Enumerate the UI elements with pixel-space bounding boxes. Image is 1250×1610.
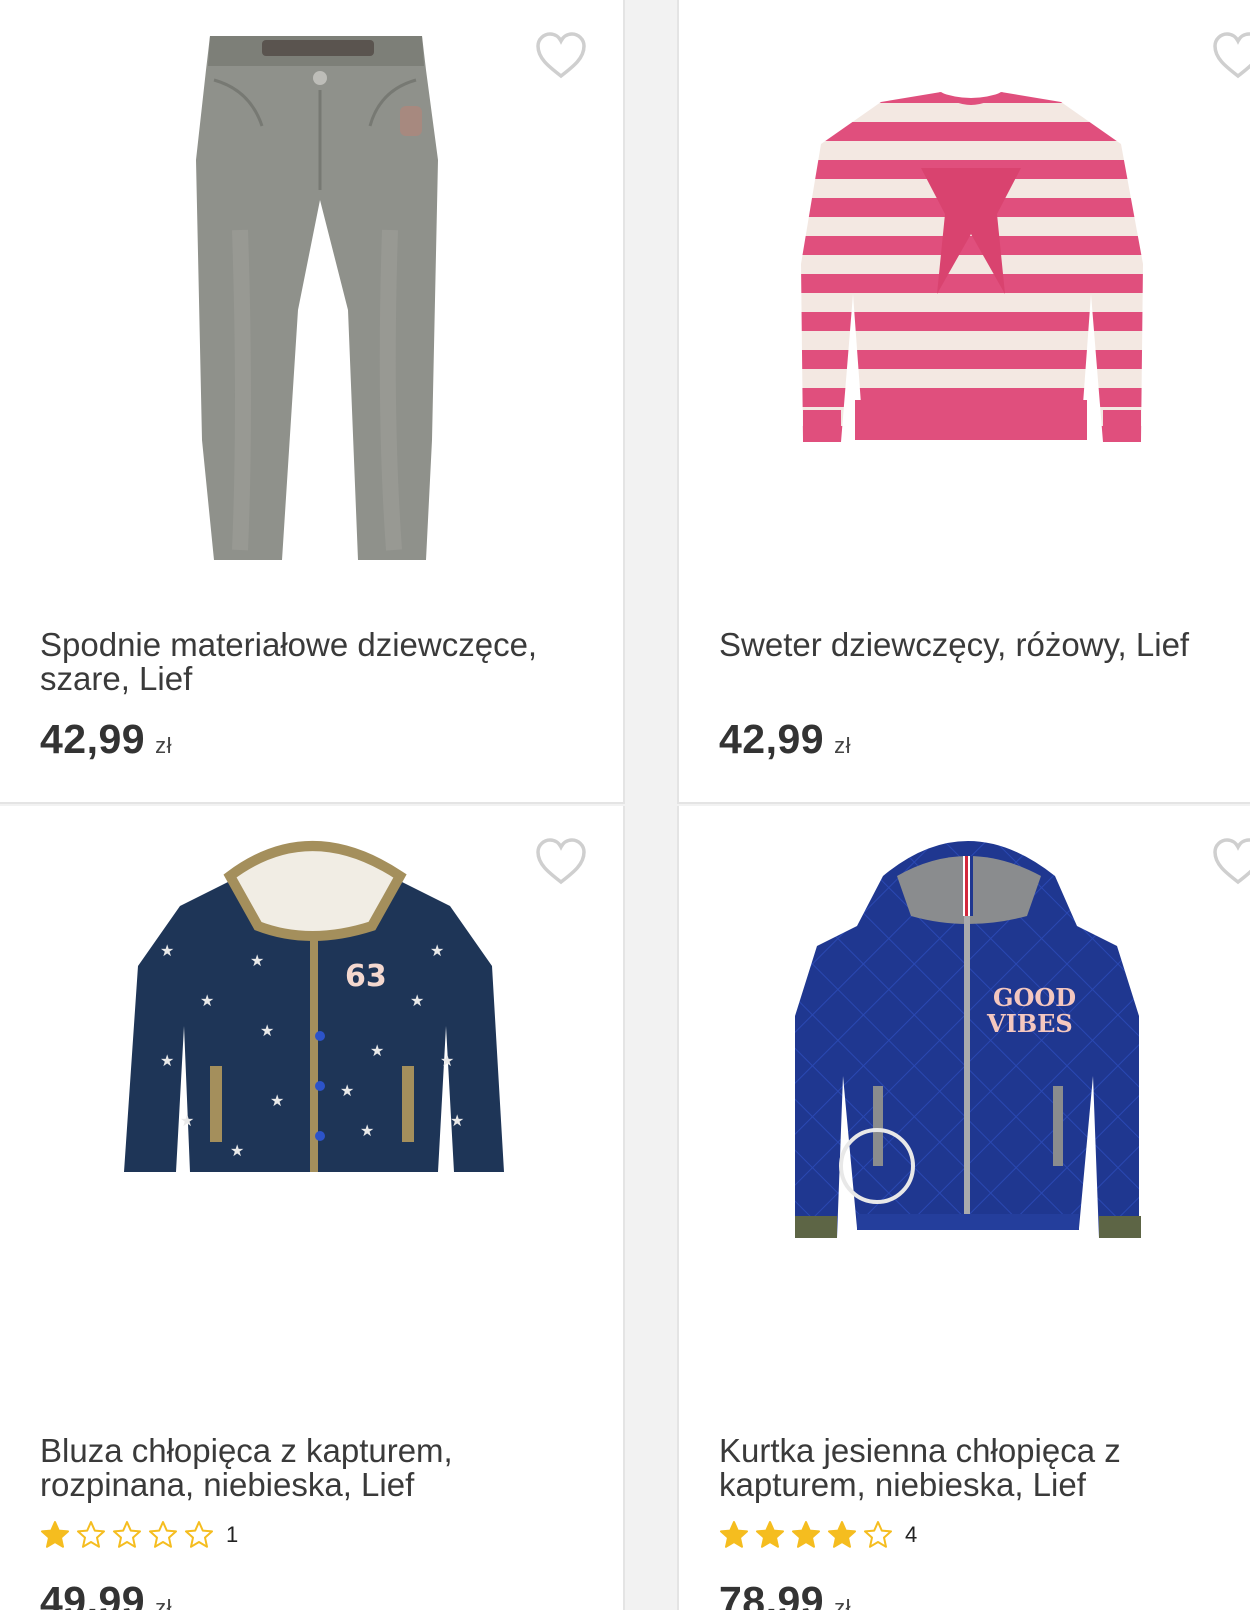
svg-text:★: ★: [430, 941, 444, 960]
product-price: 78,99 zł: [719, 1578, 851, 1610]
star-filled-icon: [792, 1521, 820, 1548]
price-currency: zł: [155, 1595, 172, 1610]
svg-text:★: ★: [260, 1021, 274, 1040]
product-card[interactable]: 63 ★ ★ ★ ★ ★ ★ ★ ★ ★ ★ ★ ★ ★ ★ ★ Bluza chłopięca z…: [0, 806, 625, 1610]
star-empty-icon: [149, 1521, 177, 1548]
product-card[interactable]: GOOD VIBES Kurtka jesienna chłopięca z k…: [677, 806, 1250, 1610]
svg-text:★: ★: [370, 1041, 384, 1060]
product-price: 42,99 zł: [40, 716, 172, 763]
product-title[interactable]: Bluza chłopięca z kapturem, rozpinana, n…: [40, 1434, 580, 1502]
svg-text:GOOD: GOOD: [993, 983, 1076, 1012]
heart-outline-icon[interactable]: [534, 30, 588, 80]
heart-outline-icon[interactable]: [534, 836, 588, 886]
svg-text:★: ★: [440, 1051, 454, 1070]
rating[interactable]: 1: [40, 1518, 238, 1552]
heart-outline-icon[interactable]: [1211, 30, 1250, 80]
product-title[interactable]: Spodnie materiałowe dziewczęce, szare, L…: [40, 628, 580, 696]
star-filled-icon: [828, 1521, 856, 1548]
heart-outline-icon[interactable]: [1211, 836, 1250, 886]
star-filled-icon: [41, 1521, 69, 1548]
svg-text:★: ★: [450, 1111, 464, 1130]
price-value: 78,99: [719, 1578, 825, 1610]
rating[interactable]: 4: [719, 1518, 917, 1552]
star-filled-icon: [720, 1521, 748, 1548]
price-value: 42,99: [40, 716, 146, 762]
svg-text:★: ★: [180, 1111, 194, 1130]
price-currency: zł: [834, 1595, 851, 1610]
price-value: 49,99: [40, 1578, 146, 1610]
product-title[interactable]: Sweter dziewczęcy, różowy, Lief: [719, 628, 1229, 662]
svg-text:★: ★: [160, 1051, 174, 1070]
star-empty-icon: [864, 1521, 892, 1548]
star-empty-icon: [113, 1521, 141, 1548]
svg-text:★: ★: [160, 941, 174, 960]
svg-text:★: ★: [360, 1121, 374, 1140]
product-card[interactable]: Spodnie materiałowe dziewczęce, szare, L…: [0, 0, 625, 804]
product-title[interactable]: Kurtka jesienna chłopięca z kapturem, ni…: [719, 1434, 1229, 1502]
svg-text:★: ★: [250, 951, 264, 970]
product-image[interactable]: [791, 84, 1151, 464]
star-filled-icon: [756, 1521, 784, 1548]
product-image[interactable]: 63 ★ ★ ★ ★ ★ ★ ★ ★ ★ ★ ★ ★ ★ ★ ★: [120, 836, 510, 1186]
product-image[interactable]: [180, 30, 450, 580]
star-empty-icon: [185, 1521, 213, 1548]
svg-text:63: 63: [345, 959, 387, 994]
svg-text:★: ★: [230, 1141, 244, 1160]
product-price: 42,99 zł: [719, 716, 851, 763]
svg-text:★: ★: [270, 1091, 284, 1110]
svg-text:★: ★: [410, 991, 424, 1010]
svg-text:★: ★: [200, 991, 214, 1010]
price-currency: zł: [155, 733, 172, 758]
svg-text:★: ★: [340, 1081, 354, 1100]
product-card[interactable]: Sweter dziewczęcy, różowy, Lief 42,99 zł: [677, 0, 1250, 804]
product-image[interactable]: GOOD VIBES: [787, 836, 1147, 1256]
star-empty-icon: [77, 1521, 105, 1548]
review-count: 1: [226, 1522, 239, 1547]
price-value: 42,99: [719, 716, 825, 762]
review-count: 4: [905, 1522, 918, 1547]
svg-text:VIBES: VIBES: [986, 1009, 1073, 1038]
price-currency: zł: [834, 733, 851, 758]
product-price: 49,99 zł: [40, 1578, 172, 1610]
